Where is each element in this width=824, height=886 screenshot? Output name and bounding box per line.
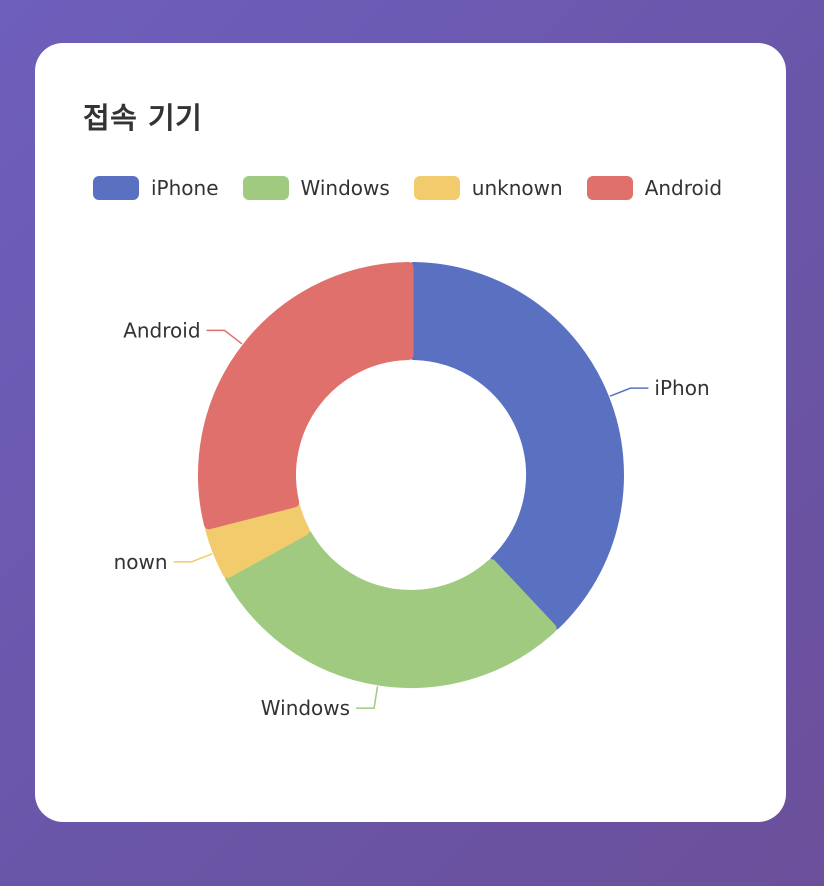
slice-label-android: Android — [123, 318, 200, 342]
slice-iphone[interactable] — [408, 262, 624, 630]
leader-line-android — [206, 329, 243, 345]
leader-line-iphone — [609, 387, 649, 397]
slice-label-iphone: iPhon — [654, 376, 709, 400]
slice-label-unknown: nown — [114, 550, 168, 574]
slice-android[interactable] — [198, 262, 414, 530]
slice-label-windows: Windows — [261, 696, 350, 720]
donut-slices — [198, 262, 624, 688]
leader-line-unknown — [173, 553, 213, 563]
donut-chart: iPhon Windows nown Android — [114, 262, 710, 720]
leader-line-windows — [356, 686, 379, 709]
